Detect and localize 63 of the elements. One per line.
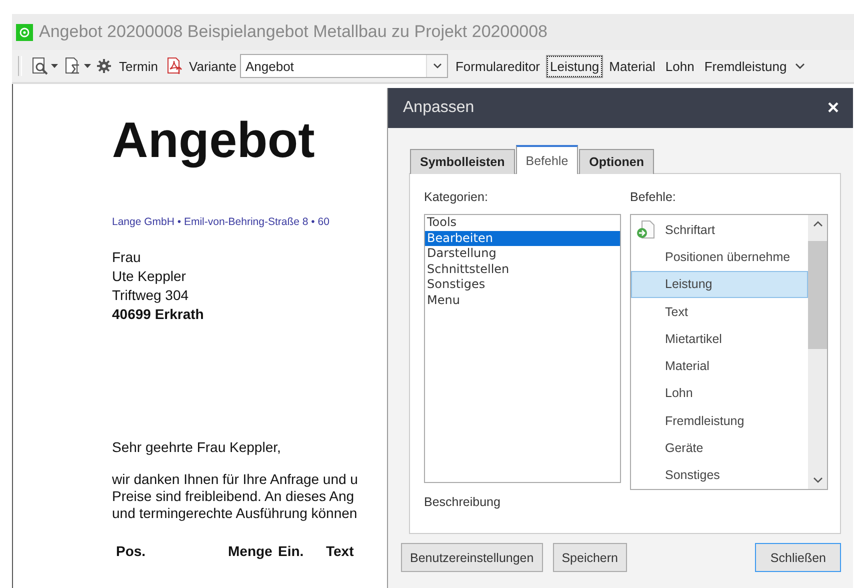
settings-icon (97, 59, 111, 73)
window-title: Angebot 20200008 Beispielangebot Metallbau zu Projekt 20200008 (39, 22, 548, 42)
description-label: Beschreibung (424, 495, 502, 509)
tab[interactable]: Optionen (579, 149, 654, 174)
column-header: Ein. (278, 543, 305, 559)
toolbar-button[interactable]: Formulareditor (452, 56, 544, 76)
caret-icon (84, 64, 91, 68)
categories-list[interactable]: Tools Bearbeiten Darstellung Schnittstellen Sonstiges Menu (424, 214, 621, 483)
app-logo-icon (16, 24, 33, 40)
close-button[interactable]: × (827, 96, 839, 120)
letter-paragraph: wir danken Ihnen für Ihre Anfrage und u Preise sind freibleibend. An dieses Ang und termingerechte Ausführung können (112, 471, 359, 522)
category-item[interactable]: Schnittstellen (425, 262, 620, 277)
toolbar-button[interactable]: Material (606, 56, 658, 76)
category-item[interactable]: Menu (425, 292, 620, 308)
command-item[interactable]: Mietartikel (631, 325, 808, 352)
toolbar-button[interactable]: Termin (116, 56, 162, 76)
command-item[interactable]: Text (631, 298, 808, 326)
commands-list[interactable]: Schriftart Positionen übernehme Leistung Text Mietartikel Material Lohn Fremdleistung Geräte Sonstiges (630, 214, 828, 490)
category-item[interactable]: Tools (425, 215, 620, 230)
dialog-button[interactable]: Benutzereinstellungen (401, 543, 543, 572)
document-heading: Angebot (112, 111, 316, 170)
sender-line: Lange GmbH • Emil-von-Behring-Straße 8 • 60 (112, 216, 330, 228)
dialog-button[interactable]: Speichern (552, 543, 627, 572)
tab[interactable]: Symbolleisten (410, 149, 515, 174)
command-item[interactable]: Schriftart (631, 216, 808, 244)
command-item[interactable]: Geräte (631, 434, 808, 462)
salutation: Sehr geehrte Frau Keppler, (112, 439, 282, 455)
chevron-down-icon (432, 63, 442, 69)
command-item[interactable]: Lohn (631, 380, 808, 408)
tab[interactable]: Befehle (516, 145, 578, 174)
column-header: Pos. (116, 543, 147, 559)
address-line: 40699 Erkrath (112, 305, 205, 324)
page-magnifier-button[interactable] (30, 56, 59, 76)
variant-dropdown[interactable]: Angebot (240, 54, 448, 78)
page-sum-icon (64, 57, 82, 75)
column-header: Text (326, 543, 355, 559)
address-line: Frau (112, 248, 142, 267)
pdf-icon (166, 57, 184, 75)
command-item[interactable]: Positionen übernehme (631, 243, 808, 271)
toolbar-button[interactable]: Leistung (547, 56, 602, 76)
category-item[interactable]: Bearbeiten (425, 230, 620, 246)
category-item[interactable]: Darstellung (425, 246, 620, 262)
page-sum-button[interactable] (63, 56, 92, 76)
scrollbar[interactable] (808, 215, 827, 489)
toolbar-label: Variante (189, 58, 236, 74)
command-item[interactable]: Leistung (631, 270, 808, 298)
dialog-button[interactable]: Schließen (755, 543, 841, 572)
toolbar-button[interactable]: Fremdleistung (701, 56, 790, 76)
list-label: Befehle: (630, 190, 677, 204)
command-item[interactable]: Sonstiges (631, 462, 808, 489)
column-header: Menge (228, 543, 274, 559)
address-line: Ute Keppler (112, 267, 187, 286)
page-magnifier-icon (31, 57, 49, 75)
dialog-title: Anpassen (403, 99, 474, 117)
address-line: Triftweg 304 (112, 286, 190, 305)
list-label: Kategorien: (424, 190, 489, 204)
overflow-button[interactable] (794, 62, 806, 70)
caret-icon (51, 64, 58, 68)
category-item[interactable]: Sonstiges (425, 277, 620, 292)
toolbar-button[interactable]: Lohn (662, 56, 698, 76)
page-arrow-icon (636, 220, 656, 240)
command-item[interactable]: Material (631, 352, 808, 380)
command-item[interactable]: Fremdleistung (631, 407, 808, 434)
